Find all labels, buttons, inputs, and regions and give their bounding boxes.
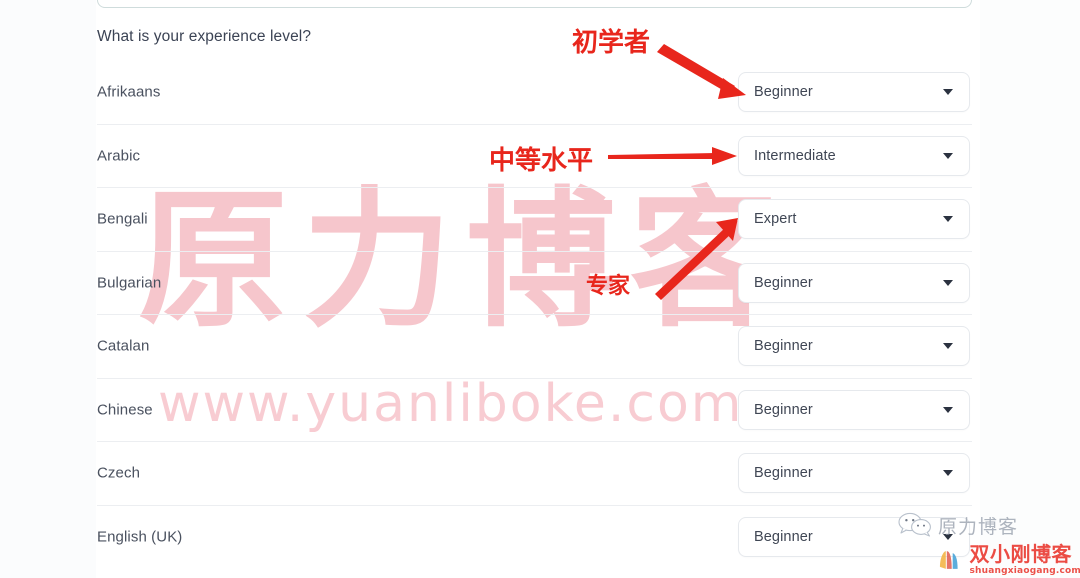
chevron-down-icon [943, 406, 953, 413]
level-select-czech[interactable]: Beginner [738, 453, 970, 494]
language-label: Bulgarian [97, 274, 162, 292]
table-row: Arabic Intermediate [97, 125, 972, 188]
chevron-down-icon [943, 470, 953, 477]
level-value: Beginner [754, 401, 813, 418]
wechat-label: 原力博客 [938, 515, 1019, 538]
language-label: Czech [97, 464, 141, 482]
table-row: Czech Beginner [97, 442, 972, 506]
chevron-down-icon [943, 343, 953, 350]
language-level-list: Afrikaans Beginner Arabic Intermediate B… [97, 61, 972, 569]
table-row: Afrikaans Beginner [97, 61, 972, 125]
level-select-chinese[interactable]: Beginner [738, 389, 970, 430]
language-label: Arabic [97, 147, 141, 165]
right-gutter [980, 0, 1080, 578]
table-row: Bulgarian Beginner [97, 252, 972, 315]
wechat-icon [898, 512, 931, 537]
level-value: Beginner [754, 274, 813, 291]
shuangxiaogang-logo-icon [939, 550, 958, 569]
level-select-arabic[interactable]: Intermediate [738, 135, 970, 176]
language-label: Chinese [97, 401, 153, 419]
shuangxiaogang-badge: 双小刚博客 shuangxiaogang.com [936, 541, 1080, 578]
level-value: Beginner [754, 338, 813, 355]
language-label: English (UK) [97, 528, 183, 546]
chevron-down-icon [943, 216, 953, 223]
language-label: Bengali [97, 210, 148, 228]
chevron-down-icon [943, 279, 953, 286]
language-label: Afrikaans [97, 83, 161, 101]
table-row: Chinese Beginner [97, 379, 972, 442]
table-row: English (UK) Beginner [97, 506, 972, 570]
page-canvas: 原力博客 www.yuanliboke.com What is your exp… [0, 0, 1080, 578]
shuangxiaogang-title: 双小刚博客 [969, 541, 1072, 566]
level-select-afrikaans[interactable]: Beginner [738, 72, 970, 113]
annotation-label-beginner: 初学者 [572, 28, 651, 58]
chevron-down-icon [943, 152, 953, 159]
level-value: Beginner [754, 84, 813, 101]
level-select-bulgarian[interactable]: Beginner [738, 262, 970, 303]
level-value: Beginner [754, 465, 813, 482]
language-label: Catalan [97, 337, 150, 355]
level-select-catalan[interactable]: Beginner [738, 326, 970, 367]
chevron-down-icon [943, 89, 953, 96]
page-title: What is your experience level? [97, 28, 312, 45]
level-value: Intermediate [754, 147, 836, 164]
level-value: Expert [754, 211, 797, 228]
wechat-badge: 原力博客 [898, 508, 1063, 542]
shuangxiaogang-texts: 双小刚博客 shuangxiaogang.com [969, 544, 1080, 576]
table-row: Bengali Expert [97, 188, 972, 252]
level-select-bengali[interactable]: Expert [738, 199, 970, 240]
shuangxiaogang-url: shuangxiaogang.com [969, 565, 1080, 576]
level-value: Beginner [754, 529, 813, 546]
table-row: Catalan Beginner [97, 315, 972, 379]
left-gutter [0, 0, 96, 578]
truncated-field-above[interactable] [97, 0, 972, 8]
